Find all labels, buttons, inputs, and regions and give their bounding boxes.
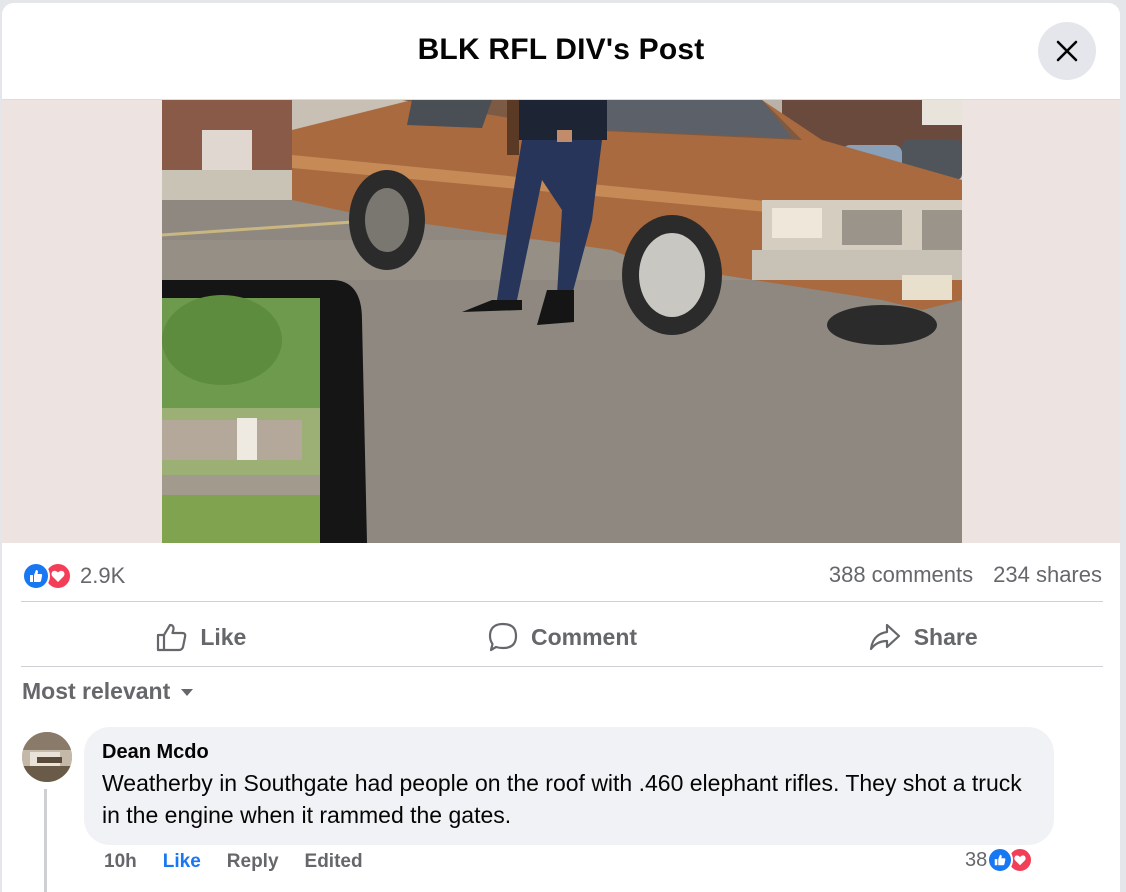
comment-reactions[interactable]: 38 bbox=[965, 847, 1034, 873]
action-bar: Like Comment Share bbox=[21, 605, 1103, 669]
avatar[interactable] bbox=[22, 732, 72, 782]
comment-author[interactable]: Dean Mcdo bbox=[102, 741, 1036, 764]
comment-icon bbox=[488, 622, 518, 652]
comment-edited-label[interactable]: Edited bbox=[305, 851, 363, 873]
post-stats: 2.9K 388 comments 234 shares bbox=[22, 562, 1102, 592]
like-reaction-icon bbox=[22, 562, 50, 590]
thread-line bbox=[44, 789, 47, 892]
reaction-summary[interactable]: 2.9K bbox=[22, 562, 125, 590]
comment-text: Weatherby in Southgate had people on the… bbox=[102, 770, 1022, 828]
post-title: BLK RFL DIV's Post bbox=[417, 33, 705, 66]
thumbs-up-icon bbox=[157, 623, 187, 652]
close-icon bbox=[1056, 40, 1078, 62]
share-label: Share bbox=[913, 623, 978, 650]
reaction-count: 2.9K bbox=[80, 563, 126, 588]
close-button[interactable] bbox=[1038, 22, 1096, 80]
share-button[interactable]: Share bbox=[742, 605, 1103, 669]
comment-timestamp[interactable]: 10h bbox=[104, 851, 137, 873]
comment-reply-button[interactable]: Reply bbox=[227, 851, 279, 873]
like-label: Like bbox=[200, 623, 247, 650]
comment-sort-dropdown[interactable]: Most relevant bbox=[22, 678, 194, 705]
comment-label: Comment bbox=[530, 623, 638, 650]
like-button[interactable]: Like bbox=[21, 605, 382, 669]
post-dialog: BLK RFL DIV's Post 2.9K 388 comments 234… bbox=[2, 3, 1120, 892]
post-photo[interactable] bbox=[162, 100, 962, 543]
share-arrow-icon bbox=[869, 623, 900, 651]
comment-reaction-count: 38 bbox=[965, 848, 988, 871]
comment-button[interactable]: Comment bbox=[382, 605, 743, 669]
sort-label: Most relevant bbox=[22, 678, 171, 704]
caret-down-icon bbox=[181, 688, 194, 696]
comment-meta: 10h Like Reply Edited bbox=[104, 851, 363, 873]
comments-count-link[interactable]: 388 comments bbox=[829, 562, 973, 588]
post-header: BLK RFL DIV's Post bbox=[2, 3, 1120, 100]
photo-container bbox=[2, 100, 1120, 543]
shares-count-link[interactable]: 234 shares bbox=[993, 562, 1102, 588]
divider bbox=[21, 601, 1103, 602]
comment-like-button[interactable]: Like bbox=[163, 851, 201, 873]
comment-bubble: Dean Mcdo Weatherby in Southgate had peo… bbox=[84, 727, 1054, 845]
divider bbox=[21, 666, 1103, 667]
like-reaction-icon bbox=[987, 847, 1014, 873]
